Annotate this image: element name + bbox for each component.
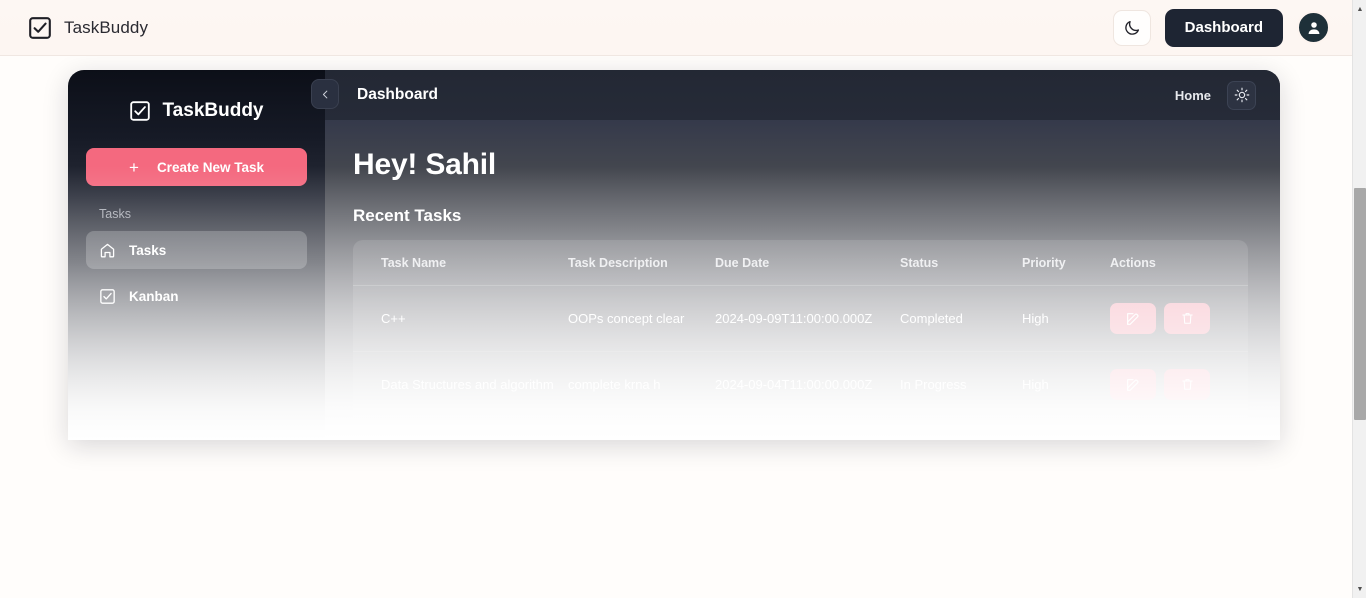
sidebar-brand: TaskBuddy [86, 100, 307, 122]
recent-tasks-card: Task Name Task Description Due Date Stat… [353, 240, 1248, 417]
user-avatar-button[interactable] [1297, 11, 1330, 44]
delete-task-button[interactable] [1164, 369, 1210, 400]
table-row[interactable]: C++ OOPs concept clear 2024-09-09T11:00:… [353, 286, 1248, 352]
main-header-actions: Home [1175, 81, 1256, 110]
dark-mode-toggle-button[interactable] [1113, 10, 1151, 46]
scroll-down-arrow-icon[interactable]: ▼ [1353, 581, 1366, 597]
row-actions [1110, 369, 1248, 400]
sun-icon [1234, 87, 1250, 103]
delete-task-button[interactable] [1164, 303, 1210, 334]
section-title-recent-tasks: Recent Tasks [353, 206, 1248, 226]
column-header-due-date: Due Date [715, 240, 900, 286]
dashboard-button[interactable]: Dashboard [1165, 9, 1283, 47]
trash-icon [1180, 377, 1195, 392]
cell-priority: High [1022, 352, 1110, 418]
chevron-left-icon [320, 89, 331, 100]
table-row[interactable]: Data Structures and algorithm complete k… [353, 352, 1248, 418]
cell-task-description: complete krna h [568, 352, 715, 418]
column-header-actions: Actions [1110, 240, 1248, 286]
page-scrollbar[interactable]: ▲ ▼ [1352, 0, 1366, 598]
cell-due-date: 2024-09-09T11:00:00.000Z [715, 286, 900, 352]
home-link[interactable]: Home [1175, 88, 1211, 103]
row-actions [1110, 303, 1248, 334]
edit-task-button[interactable] [1110, 303, 1156, 334]
cell-actions [1110, 352, 1248, 418]
cell-actions [1110, 286, 1248, 352]
recent-tasks-table: Task Name Task Description Due Date Stat… [353, 240, 1248, 417]
main-body: Hey! Sahil Recent Tasks Task Name Task D… [325, 120, 1280, 417]
column-header-priority: Priority [1022, 240, 1110, 286]
home-icon [99, 242, 116, 259]
app-panel: TaskBuddy + Create New Task Tasks Tasks … [68, 70, 1280, 440]
sidebar-item-kanban[interactable]: Kanban [86, 277, 307, 315]
cell-task-name: C++ [353, 286, 568, 352]
sidebar: TaskBuddy + Create New Task Tasks Tasks … [68, 70, 325, 440]
checkbox-check-icon [28, 16, 52, 40]
brand-name: TaskBuddy [64, 18, 148, 38]
cell-task-description: OOPs concept clear [568, 286, 715, 352]
cell-status: Completed [900, 286, 1022, 352]
checkbox-check-icon [129, 100, 151, 122]
table-header-row: Task Name Task Description Due Date Stat… [353, 240, 1248, 286]
sidebar-brand-name: TaskBuddy [162, 100, 263, 122]
user-avatar-icon [1305, 19, 1323, 37]
light-mode-toggle-button[interactable] [1227, 81, 1256, 110]
edit-icon [1125, 377, 1141, 393]
moon-icon [1123, 19, 1141, 37]
create-new-task-button[interactable]: + Create New Task [86, 148, 307, 186]
edit-icon [1125, 311, 1141, 327]
column-header-task-description: Task Description [568, 240, 715, 286]
cell-status: In Progress [900, 352, 1022, 418]
checkbox-check-icon [99, 288, 116, 305]
top-navbar-actions: Dashboard [1113, 9, 1330, 47]
sidebar-collapse-button[interactable] [311, 79, 339, 109]
column-header-status: Status [900, 240, 1022, 286]
table-header: Task Name Task Description Due Date Stat… [353, 240, 1248, 286]
plus-icon: + [129, 159, 139, 176]
app-brand[interactable]: TaskBuddy [28, 16, 148, 40]
edit-task-button[interactable] [1110, 369, 1156, 400]
greeting-heading: Hey! Sahil [353, 148, 1248, 182]
create-new-task-label: Create New Task [157, 160, 264, 175]
main-header: Dashboard Home [325, 70, 1280, 120]
main-content: Dashboard Home Hey! Sahil Recent Tasks [325, 70, 1280, 440]
trash-icon [1180, 311, 1195, 326]
scroll-up-arrow-icon[interactable]: ▲ [1353, 1, 1366, 17]
sidebar-item-tasks[interactable]: Tasks [86, 231, 307, 269]
sidebar-item-label: Kanban [129, 289, 179, 304]
sidebar-item-label: Tasks [129, 243, 166, 258]
cell-task-name: Data Structures and algorithm [353, 352, 568, 418]
page-title: Dashboard [357, 86, 438, 104]
scrollbar-thumb[interactable] [1354, 188, 1366, 420]
top-navbar: TaskBuddy Dashboard [0, 0, 1352, 56]
column-header-task-name: Task Name [353, 240, 568, 286]
sidebar-section-label: Tasks [99, 207, 307, 221]
table-body: C++ OOPs concept clear 2024-09-09T11:00:… [353, 286, 1248, 418]
cell-priority: High [1022, 286, 1110, 352]
cell-due-date: 2024-09-04T11:00:00.000Z [715, 352, 900, 418]
